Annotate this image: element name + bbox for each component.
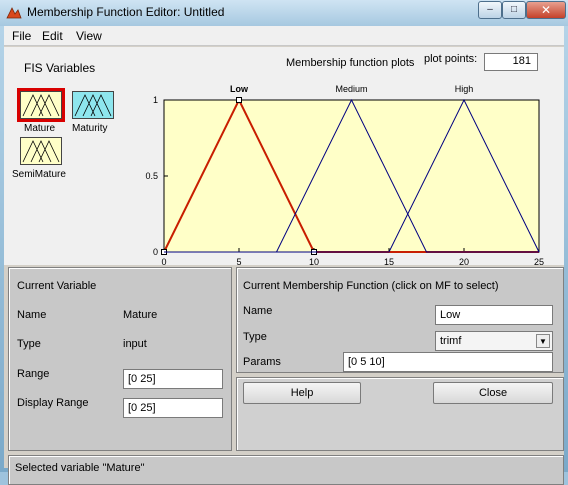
x-tick-label: 20 <box>459 257 469 265</box>
status-bar: Selected variable "Mature" <box>8 455 564 485</box>
range-label: Range <box>17 368 50 380</box>
menu-edit[interactable]: Edit <box>42 29 63 43</box>
mf-triangles-icon <box>22 140 60 163</box>
mf-triangles-icon <box>22 94 60 117</box>
y-tick-label: 0 <box>153 247 158 257</box>
mf-vertex-handle <box>236 97 242 103</box>
current-mf-title: Current Membership Function (click on MF… <box>243 280 499 292</box>
current-mf-panel: Current Membership Function (click on MF… <box>236 267 564 373</box>
variable-type-value: input <box>123 338 147 350</box>
display-range-input[interactable]: [0 25] <box>123 398 223 418</box>
matlab-app-icon <box>6 7 22 19</box>
plot-points-input[interactable]: 181 <box>484 53 538 71</box>
dropdown-arrow-icon[interactable]: ▼ <box>536 334 550 348</box>
mf-name-input[interactable]: Low <box>435 305 553 325</box>
status-text: Selected variable "Mature" <box>15 462 145 474</box>
mf-label-high: High <box>455 84 474 94</box>
close-button[interactable]: Close <box>433 382 553 404</box>
fis-variable-mature[interactable] <box>17 88 65 122</box>
plot-points-label: plot points: <box>424 53 478 65</box>
x-tick-label: 15 <box>384 257 394 265</box>
x-tick-label: 5 <box>236 257 241 265</box>
mf-label-medium: Medium <box>335 84 367 94</box>
plot-canvas: 051015202500.51input variable "Mature"Lo… <box>145 84 544 265</box>
window-title: Membership Function Editor: Untitled <box>27 5 225 19</box>
variable-name-value: Mature <box>123 309 158 321</box>
fis-variable-semimature[interactable] <box>20 137 62 165</box>
mf-params-input[interactable]: [0 5 10] <box>343 352 553 372</box>
mf-type-label: Type <box>243 331 267 343</box>
menu-file[interactable]: File <box>12 29 31 43</box>
fis-variable-semimature-label: SemiMature <box>12 169 66 180</box>
close-window-button[interactable]: ✕ <box>526 1 566 19</box>
display-range-label: Display Range <box>17 397 89 409</box>
fis-variable-mature-label: Mature <box>24 123 56 134</box>
plot-area <box>163 99 540 253</box>
range-input[interactable]: [0 25] <box>123 369 223 389</box>
mf-label-low: Low <box>230 84 249 94</box>
title-bar[interactable]: Membership Function Editor: Untitled – □… <box>0 0 568 26</box>
fis-variable-maturity-label: Maturity <box>72 123 108 134</box>
application-window: Membership Function Editor: Untitled – □… <box>0 0 568 485</box>
current-variable-panel: Current Variable Name Mature Type input … <box>8 267 232 451</box>
x-tick-label: 0 <box>161 257 166 265</box>
fis-variables-title: FIS Variables <box>24 61 96 75</box>
maximize-button[interactable]: □ <box>502 1 526 19</box>
plot-title: Membership function plots <box>286 57 415 69</box>
menu-bar: File Edit View <box>4 26 564 46</box>
minimize-button[interactable]: – <box>478 1 502 19</box>
variable-name-label: Name <box>17 309 47 321</box>
mf-triangles-icon <box>74 94 112 117</box>
variable-type-label: Type <box>17 338 41 350</box>
button-panel: Help Close <box>236 377 564 451</box>
mf-type-select[interactable]: trimf ▼ <box>435 331 553 351</box>
x-tick-label: 10 <box>309 257 319 265</box>
mf-name-label: Name <box>243 305 273 317</box>
y-tick-label: 1 <box>153 95 158 105</box>
upper-section: 051015202500.51input variable "Mature"Lo… <box>4 47 564 265</box>
menu-view[interactable]: View <box>76 29 102 43</box>
current-variable-title: Current Variable <box>17 280 97 292</box>
y-tick-label: 0.5 <box>145 171 158 181</box>
client-area: File Edit View 051015202500.51input vari… <box>4 26 564 485</box>
fis-variable-maturity[interactable] <box>72 91 114 119</box>
help-button[interactable]: Help <box>243 382 361 404</box>
mf-type-value: trimf <box>440 335 462 347</box>
mf-params-label: Params <box>243 356 281 368</box>
lower-section: Current Variable Name Mature Type input … <box>8 267 564 485</box>
x-tick-label: 25 <box>534 257 544 265</box>
